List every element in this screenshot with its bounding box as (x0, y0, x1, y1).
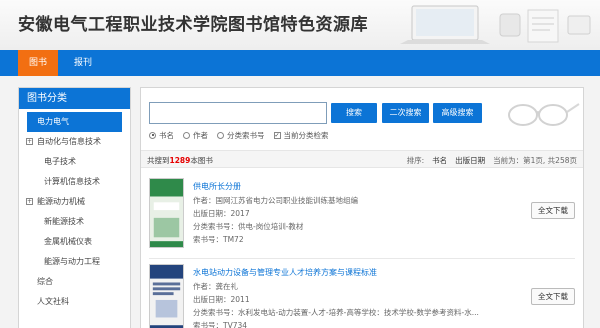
radio-icon[interactable] (183, 131, 190, 139)
second-search-button[interactable]: 二次搜索 (382, 103, 429, 123)
category-electronics[interactable]: 电子技术 (19, 152, 130, 172)
category-sidebar: 图书分类 电力电气 + 自动化与信息技术 电子技术 计算机信息技术 + 能源动力… (18, 87, 131, 328)
book-item: 水电站动力设备与管理专业人才培养方案与课程标准 作者：龚在礼 出版日期：2011… (141, 262, 583, 328)
nav-tab-books[interactable]: 图书 (18, 50, 58, 76)
sort-label: 排序: (406, 156, 425, 165)
fulltext-download-button[interactable]: 全文下载 (531, 202, 575, 219)
result-divider (149, 258, 575, 259)
site-title: 安徽电气工程职业技术学院图书馆特色资源库 (18, 15, 368, 35)
nav-tab-journals[interactable]: 报刊 (66, 50, 100, 76)
book-call-number: 索书号：TM72 (193, 235, 244, 244)
category-new-energy[interactable]: 新能源技术 (19, 212, 130, 232)
site-header: 安徽电气工程职业技术学院图书馆特色资源库 (0, 0, 600, 50)
book-cover[interactable] (149, 264, 184, 328)
category-energy-machinery[interactable]: + 能源动力机械 (19, 192, 130, 212)
filter-label: 当前分类检索 (283, 130, 329, 140)
sort-by-title[interactable]: 书名 (432, 155, 447, 166)
main-content: 搜索 二次搜索 高级搜索 书名 作者 分类索书号 ✓ 当前分类检索 共搜到128… (140, 87, 584, 328)
main-nav: 图书 报刊 (0, 50, 600, 76)
page-info: 当前为：第1页, 共258页 (493, 156, 577, 165)
filter-label: 作者 (193, 130, 208, 140)
filter-label: 书名 (159, 130, 174, 140)
sort-controls: 排序: 书名 出版日期 当前为：第1页, 共258页 (407, 155, 577, 166)
result-count: 共搜到1289本图书 (147, 155, 213, 166)
filter-author-option[interactable]: 作者 (183, 130, 208, 141)
category-label: 能源动力机械 (37, 197, 85, 206)
category-electric-power[interactable]: 电力电气 (27, 112, 122, 132)
book-pub-date: 出版日期：2011 (193, 295, 250, 304)
checkbox-checked-icon[interactable]: ✓ (273, 131, 281, 139)
filter-title-option[interactable]: 书名 (149, 130, 174, 141)
laptop-banner-graphic (400, 5, 591, 44)
book-title-link[interactable]: 水电站动力设备与管理专业人才培养方案与课程标准 (193, 267, 377, 278)
filter-classno-option[interactable]: 分类索书号 (217, 130, 265, 141)
count-suffix: 本图书 (190, 156, 213, 165)
category-energy-power-engineering[interactable]: 能源与动力工程 (19, 252, 130, 272)
book-author: 作者：国网江苏省电力公司职业技能训练基地组编 (193, 196, 358, 205)
search-button[interactable]: 搜索 (331, 103, 377, 123)
book-author: 作者：龚在礼 (193, 282, 238, 291)
category-automation-it[interactable]: + 自动化与信息技术 (19, 132, 130, 152)
category-humanities[interactable]: 人文社科 (19, 292, 130, 312)
category-computer-it[interactable]: 计算机信息技术 (19, 172, 130, 192)
book-classification: 分类索书号：供电-岗位培训-教材 (193, 222, 304, 231)
category-list: 电力电气 + 自动化与信息技术 电子技术 计算机信息技术 + 能源动力机械 新能… (19, 109, 130, 312)
book-pub-date: 出版日期：2017 (193, 209, 250, 218)
category-general[interactable]: 综合 (19, 272, 130, 292)
glasses-graphic (508, 103, 580, 126)
expand-icon[interactable]: + (26, 198, 33, 205)
radio-checked-icon[interactable] (149, 131, 156, 139)
book-item: 供电所长分册 作者：国网江苏省电力公司职业技能训练基地组编 出版日期：2017 … (141, 176, 583, 258)
filter-label: 分类索书号 (227, 130, 265, 140)
search-input[interactable] (149, 102, 327, 124)
fulltext-download-button[interactable]: 全文下载 (531, 288, 575, 305)
sidebar-title: 图书分类 (19, 88, 130, 109)
expand-icon[interactable]: + (26, 138, 33, 145)
category-metal-instruments[interactable]: 金属机械仪表 (19, 232, 130, 252)
count-prefix: 共搜到 (147, 156, 170, 165)
book-classification: 分类索书号：水利发电站-动力装置-人才-培养-高等学校：技术学校-数学参考资料-… (193, 308, 479, 317)
book-call-number: 索书号：TV734 (193, 321, 248, 328)
sort-by-date[interactable]: 出版日期 (455, 155, 485, 166)
book-title-link[interactable]: 供电所长分册 (193, 181, 241, 192)
category-label: 自动化与信息技术 (37, 137, 101, 146)
count-number: 1289 (169, 156, 191, 165)
radio-icon[interactable] (217, 131, 224, 139)
search-filters: 书名 作者 分类索书号 ✓ 当前分类检索 (149, 129, 529, 141)
filter-current-class-option[interactable]: ✓ 当前分类检索 (273, 130, 329, 141)
result-summary-bar: 共搜到1289本图书 排序: 书名 出版日期 当前为：第1页, 共258页 (141, 150, 583, 168)
book-cover[interactable] (149, 178, 184, 248)
advanced-search-button[interactable]: 高级搜索 (433, 103, 482, 123)
